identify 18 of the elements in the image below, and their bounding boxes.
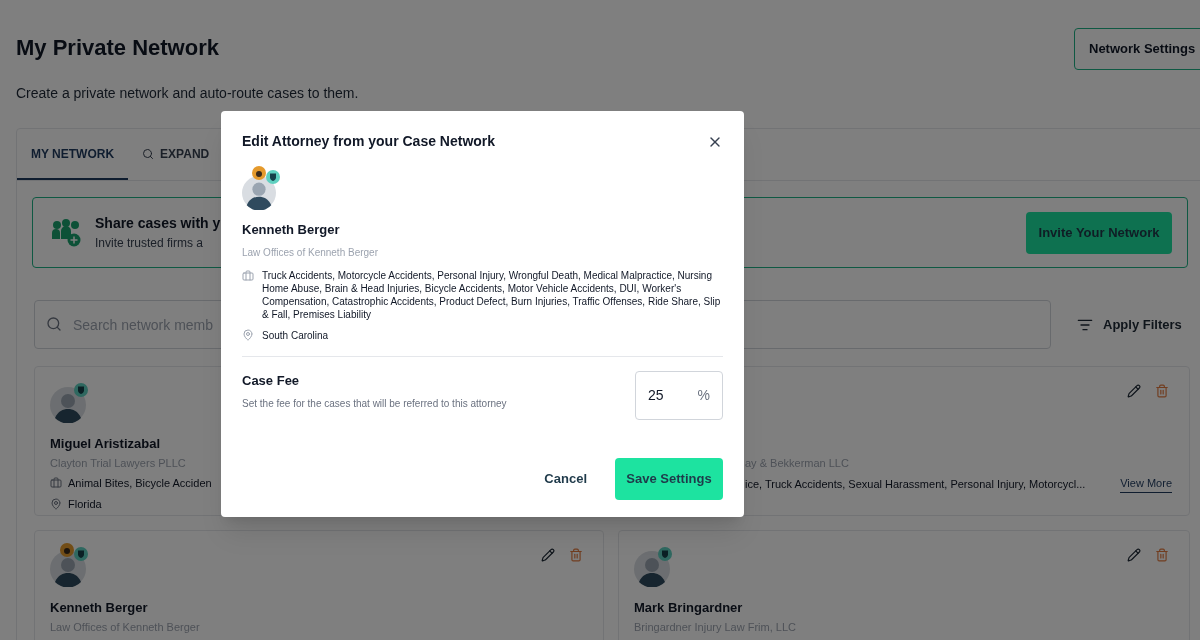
location-text: South Carolina bbox=[262, 328, 329, 343]
practice-areas: ice, Truck Accidents, Sexual Harassment, Personal Injury, Motorcycl... bbox=[745, 475, 1086, 492]
attorney-name: Mark Bringardner bbox=[634, 599, 744, 617]
attorney-name: Miguel Aristizabal bbox=[50, 435, 162, 453]
attorney-name: Kenneth Berger bbox=[242, 221, 341, 239]
attorney-name: Kenneth Berger bbox=[50, 599, 149, 617]
practice-areas: Truck Accidents, Motorcycle Accidents, Personal Injury, Wrongful Death, Medical Malpractice, Nursing Home Abuse, Brain & Head Injuries, Bicycle Accidents, Motor Vehicle Accidents, DUI, Worker's Compensation, Catastrophic Accidents, Product Defect, Burn Injuries, Traffic Offenses, Ride Share, Slip & Fall, Premises Liability bbox=[262, 268, 722, 321]
dialog-title: Edit Attorney from your Case Network bbox=[242, 132, 496, 151]
fee-hint: Set the fee for the cases that will be referred to this attorney bbox=[242, 397, 507, 412]
percent-sign: % bbox=[697, 385, 710, 405]
location-text: Florida bbox=[68, 496, 102, 512]
banner-text: Invite trusted firms a bbox=[95, 235, 205, 252]
firm-name: Law Offices of Kenneth Berger bbox=[242, 245, 379, 260]
fee-label: Case Fee bbox=[242, 371, 301, 390]
page-title: My Private Network bbox=[16, 34, 220, 62]
banner-title: Share cases with y bbox=[95, 214, 221, 233]
practice-areas: Animal Bites, Bicycle Acciden bbox=[68, 475, 212, 492]
page-subtitle: Create a private network and auto-route cases to them. bbox=[16, 84, 359, 103]
